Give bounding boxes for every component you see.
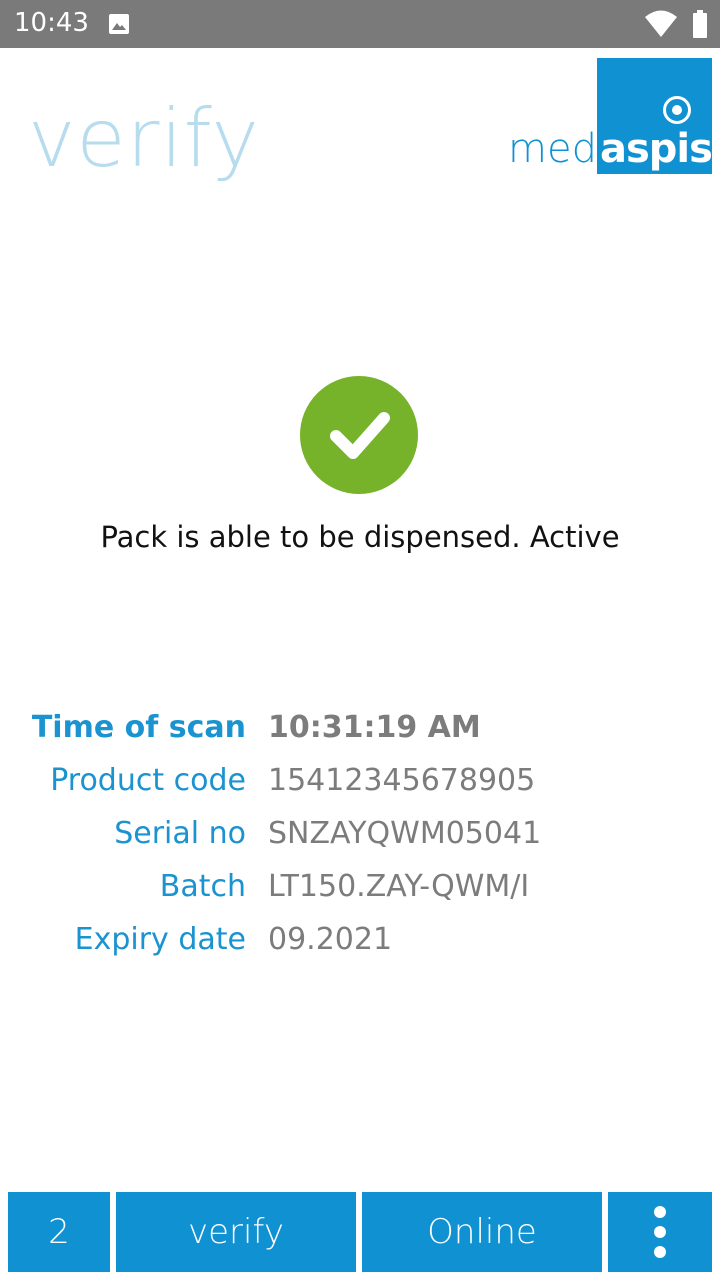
detail-row-batch: Batch LT150.ZAY-QWM/I: [0, 859, 720, 909]
menu-dot: [654, 1226, 666, 1238]
mode-button[interactable]: verify: [116, 1192, 356, 1272]
status-message: Pack is able to be dispensed. Active: [100, 520, 620, 554]
detail-row-serial: Serial no SNZAYQWM05041: [0, 806, 720, 856]
menu-dot: [654, 1206, 666, 1218]
logo-text-med: med: [508, 126, 597, 172]
detail-row-product-code: Product code 15412345678905: [0, 753, 720, 803]
detail-value: SNZAYQWM05041: [268, 816, 542, 851]
detail-value: 15412345678905: [268, 763, 536, 798]
check-icon: [300, 376, 418, 494]
connection-status-button[interactable]: Online: [362, 1192, 602, 1272]
detail-row-expiry: Expiry date 09.2021: [0, 912, 720, 962]
detail-value: LT150.ZAY-QWM/I: [268, 869, 530, 904]
detail-label: Serial no: [114, 816, 246, 851]
detail-value: 09.2021: [268, 922, 393, 957]
bottom-bar: 2 verify Online: [0, 1190, 720, 1274]
target-icon: [663, 96, 691, 124]
status-bar: 10:43: [0, 0, 720, 48]
app-title: verify: [28, 92, 260, 185]
battery-icon: [693, 10, 707, 38]
checkmark-icon: [330, 412, 390, 459]
logo-text-aspis: aspis: [600, 126, 713, 172]
scan-count-button[interactable]: 2: [8, 1192, 110, 1272]
image-icon: [109, 14, 129, 34]
detail-row-time: Time of scan 10:31:19 AM: [0, 700, 720, 750]
detail-label: Expiry date: [74, 922, 246, 957]
wifi-icon: [645, 10, 677, 37]
medaspis-logo: med aspis: [508, 58, 713, 174]
menu-dot: [654, 1246, 666, 1258]
detail-label: Batch: [159, 869, 246, 904]
status-time: 10:43: [14, 8, 89, 38]
detail-label: Product code: [50, 763, 246, 798]
detail-label: Time of scan: [31, 710, 246, 745]
detail-value: 10:31:19 AM: [268, 710, 481, 745]
more-vert-icon[interactable]: [608, 1192, 712, 1272]
